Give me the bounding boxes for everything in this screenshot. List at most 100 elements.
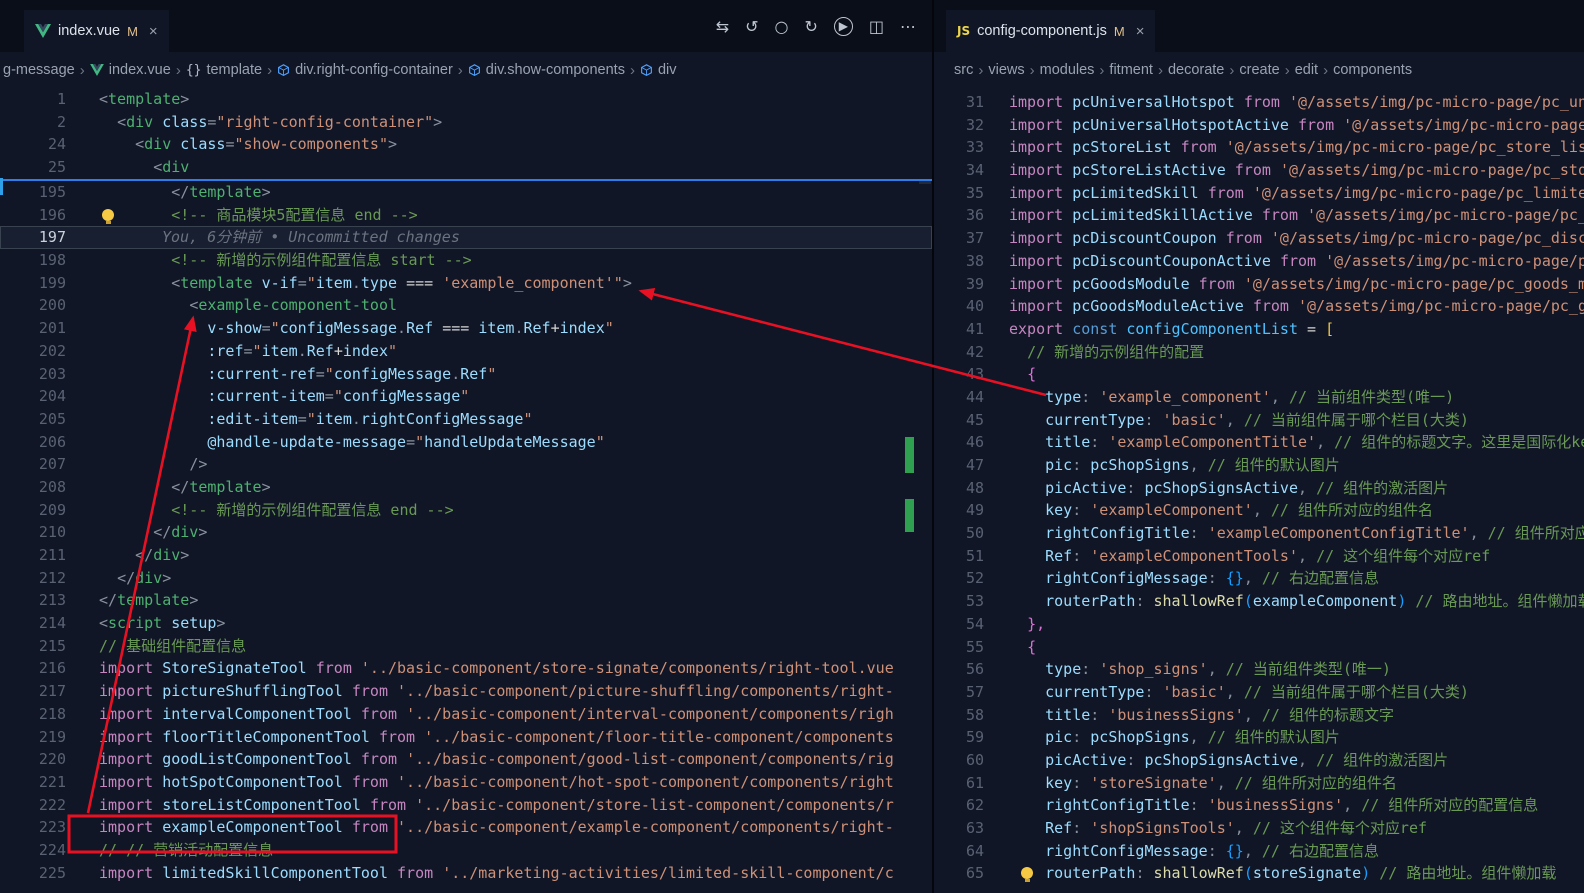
code-line[interactable]: 223import exampleComponentTool from '../… — [0, 816, 932, 839]
code-line[interactable]: 50 rightConfigTitle: 'exampleComponentCo… — [934, 522, 1584, 545]
code-line[interactable]: 216import StoreSignateTool from '../basi… — [0, 657, 932, 680]
code-editor-right[interactable]: 31import pcUniversalHotspot from '@/asse… — [934, 88, 1584, 893]
code-line[interactable]: 40import pcGoodsModuleActive from '@/ass… — [934, 295, 1584, 318]
lightbulb-icon[interactable] — [102, 209, 114, 221]
code-line[interactable]: 39import pcGoodsModule from '@/assets/im… — [934, 273, 1584, 296]
code-line[interactable]: 204 :current-item="configMessage" — [0, 385, 932, 408]
breadcrumb-item[interactable]: components — [1333, 62, 1412, 78]
code-line[interactable]: 47 pic: pcShopSigns, // 组件的默认图片 — [934, 454, 1584, 477]
code-line[interactable]: 199 <template v-if="item.type === 'examp… — [0, 272, 932, 295]
sticky-line[interactable]: 2 <div class="right-config-container"> — [0, 111, 932, 134]
code-line[interactable]: 59 pic: pcShopSigns, // 组件的默认图片 — [934, 726, 1584, 749]
code-line[interactable]: 215// 基础组件配置信息 — [0, 635, 932, 658]
code-line[interactable]: 209 <!-- 新增的示例组件配置信息 end --> — [0, 499, 932, 522]
code-line[interactable]: 49 key: 'exampleComponent', // 组件所对应的组件名 — [934, 499, 1584, 522]
code-line[interactable]: 207 /> — [0, 453, 932, 476]
breadcrumb-item[interactable]: div — [640, 62, 677, 78]
close-tab-icon[interactable]: × — [149, 23, 158, 40]
code-line[interactable]: 42 // 新增的示例组件的配置 — [934, 341, 1584, 364]
sticky-scroll[interactable]: 1<template>2 <div class="right-config-co… — [0, 88, 932, 179]
code-line[interactable]: 55 { — [934, 636, 1584, 659]
code-line[interactable]: 206 @handle-update-message="handleUpdate… — [0, 431, 932, 454]
breadcrumb-item[interactable]: {}template — [186, 62, 262, 78]
code-line[interactable]: 62 rightConfigTitle: 'businessSigns', //… — [934, 794, 1584, 817]
code-line[interactable]: 51 Ref: 'exampleComponentTools', // 这个组件… — [934, 545, 1584, 568]
breadcrumb-item[interactable]: src — [954, 62, 973, 78]
code-line[interactable]: 38import pcDiscountCouponActive from '@/… — [934, 250, 1584, 273]
open-changes-icon[interactable]: ⇆ — [716, 17, 729, 36]
code-line[interactable]: 224// // 营销活动配置信息 — [0, 839, 932, 862]
current-change-icon[interactable]: ○ — [775, 17, 789, 36]
code-token — [1009, 706, 1045, 724]
code-line[interactable]: 217import pictureShufflingTool from '../… — [0, 680, 932, 703]
code-line[interactable]: 41export const configComponentList = [ — [934, 318, 1584, 341]
code-line[interactable]: 202 :ref="item.Ref+index" — [0, 340, 932, 363]
close-tab-icon[interactable]: × — [1136, 23, 1145, 40]
code-line[interactable]: 34import pcStoreListActive from '@/asset… — [934, 159, 1584, 182]
breadcrumb-item[interactable]: views — [988, 62, 1024, 78]
code-line[interactable]: 210 </div> — [0, 521, 932, 544]
code-line[interactable]: 53 routerPath: shallowRef(exampleCompone… — [934, 590, 1584, 613]
code-line[interactable]: 48 picActive: pcShopSignsActive, // 组件的激… — [934, 477, 1584, 500]
code-line[interactable]: 61 key: 'storeSignate', // 组件所对应的组件名 — [934, 772, 1584, 795]
code-line[interactable]: 196 <!-- 商品模块5配置信息 end --> — [0, 204, 932, 227]
code-line[interactable]: 195 </template> — [0, 181, 932, 204]
code-line[interactable]: 222import storeListComponentTool from '.… — [0, 794, 932, 817]
code-line[interactable]: 32import pcUniversalHotspotActive from '… — [934, 114, 1584, 137]
breadcrumb-item[interactable]: create — [1239, 62, 1279, 78]
code-line[interactable]: 57 currentType: 'basic', // 当前组件属于哪个栏目(大… — [934, 681, 1584, 704]
code-line[interactable]: 44 type: 'example_component', // 当前组件类型(… — [934, 386, 1584, 409]
code-line[interactable]: 219import floorTitleComponentTool from '… — [0, 726, 932, 749]
code-line[interactable]: 35import pcLimitedSkill from '@/assets/i… — [934, 182, 1584, 205]
code-line[interactable]: 213</template> — [0, 589, 932, 612]
code-line[interactable]: 52 rightConfigMessage: {}, // 右边配置信息 — [934, 567, 1584, 590]
code-line[interactable]: 200 <example-component-tool — [0, 294, 932, 317]
code-line[interactable]: 198 <!-- 新增的示例组件配置信息 start --> — [0, 249, 932, 272]
breadcrumb-item[interactable]: modules — [1040, 62, 1095, 78]
split-editor-icon[interactable]: ◫ — [869, 17, 884, 36]
code-line[interactable]: 220import goodListComponentTool from '..… — [0, 748, 932, 771]
code-line[interactable]: 197You, 6分钟前 • Uncommitted changes — [0, 226, 932, 249]
code-line[interactable]: 203 :current-ref="configMessage.Ref" — [0, 363, 932, 386]
code-line[interactable]: 212 </div> — [0, 567, 932, 590]
code-line[interactable]: 31import pcUniversalHotspot from '@/asse… — [934, 91, 1584, 114]
code-line[interactable]: 65 routerPath: shallowRef(storeSignate) … — [934, 862, 1584, 885]
breadcrumb-item[interactable]: div.show-components — [468, 62, 625, 78]
breadcrumb-item[interactable]: div.right-config-container — [277, 62, 453, 78]
tab-config-component-js[interactable]: JS config-component.js M × — [946, 10, 1155, 52]
code-line[interactable]: 58 title: 'businessSigns', // 组件的标题文字 — [934, 704, 1584, 727]
code-line[interactable]: 221import hotSpotComponentTool from '../… — [0, 771, 932, 794]
code-line[interactable]: 218import intervalComponentTool from '..… — [0, 703, 932, 726]
code-line[interactable]: 201 v-show="configMessage.Ref === item.R… — [0, 317, 932, 340]
breadcrumb-item[interactable]: edit — [1295, 62, 1318, 78]
breadcrumb-item[interactable]: index.vue — [90, 62, 171, 78]
sticky-line[interactable]: 1<template> — [0, 88, 932, 111]
code-line[interactable]: 225import limitedSkillComponentTool from… — [0, 862, 932, 885]
breadcrumb-item[interactable]: decorate — [1168, 62, 1224, 78]
code-line[interactable]: 60 picActive: pcShopSignsActive, // 组件的激… — [934, 749, 1584, 772]
run-code-icon[interactable]: ▶ — [834, 17, 853, 36]
code-editor-left[interactable]: 195 </template>196 <!-- 商品模块5配置信息 end --… — [0, 88, 932, 893]
code-line[interactable]: 33import pcStoreList from '@/assets/img/… — [934, 136, 1584, 159]
code-line[interactable]: 208 </template> — [0, 476, 932, 499]
code-line[interactable]: 37import pcDiscountCoupon from '@/assets… — [934, 227, 1584, 250]
code-line[interactable]: 205 :edit-item="item.rightConfigMessage" — [0, 408, 932, 431]
sticky-line[interactable]: 25 <div — [0, 156, 932, 179]
next-change-icon[interactable]: ↻ — [804, 17, 817, 36]
previous-change-icon[interactable]: ↺ — [745, 17, 758, 36]
code-line[interactable]: 211 </div> — [0, 544, 932, 567]
code-line[interactable]: 46 title: 'exampleComponentTitle', // 组件… — [934, 431, 1584, 454]
code-line[interactable]: 54 }, — [934, 613, 1584, 636]
more-actions-icon[interactable]: ⋯ — [900, 17, 916, 36]
code-line[interactable]: 63 Ref: 'shopSignsTools', // 这个组件每个对应ref — [934, 817, 1584, 840]
breadcrumb-item[interactable]: fitment — [1109, 62, 1153, 78]
code-line[interactable]: 214<script setup> — [0, 612, 932, 635]
breadcrumb-item[interactable]: g-message — [3, 62, 75, 78]
code-line[interactable]: 45 currentType: 'basic', // 当前组件属于哪个栏目(大… — [934, 409, 1584, 432]
sticky-line[interactable]: 24 <div class="show-components"> — [0, 133, 932, 156]
code-line[interactable]: 64 rightConfigMessage: {}, // 右边配置信息 — [934, 840, 1584, 863]
tab-index-vue[interactable]: index.vue M × — [24, 10, 169, 52]
code-line[interactable]: 56 type: 'shop_signs', // 当前组件类型(唯一) — [934, 658, 1584, 681]
code-line[interactable]: 43 { — [934, 363, 1584, 386]
code-line[interactable]: 36import pcLimitedSkillActive from '@/as… — [934, 204, 1584, 227]
